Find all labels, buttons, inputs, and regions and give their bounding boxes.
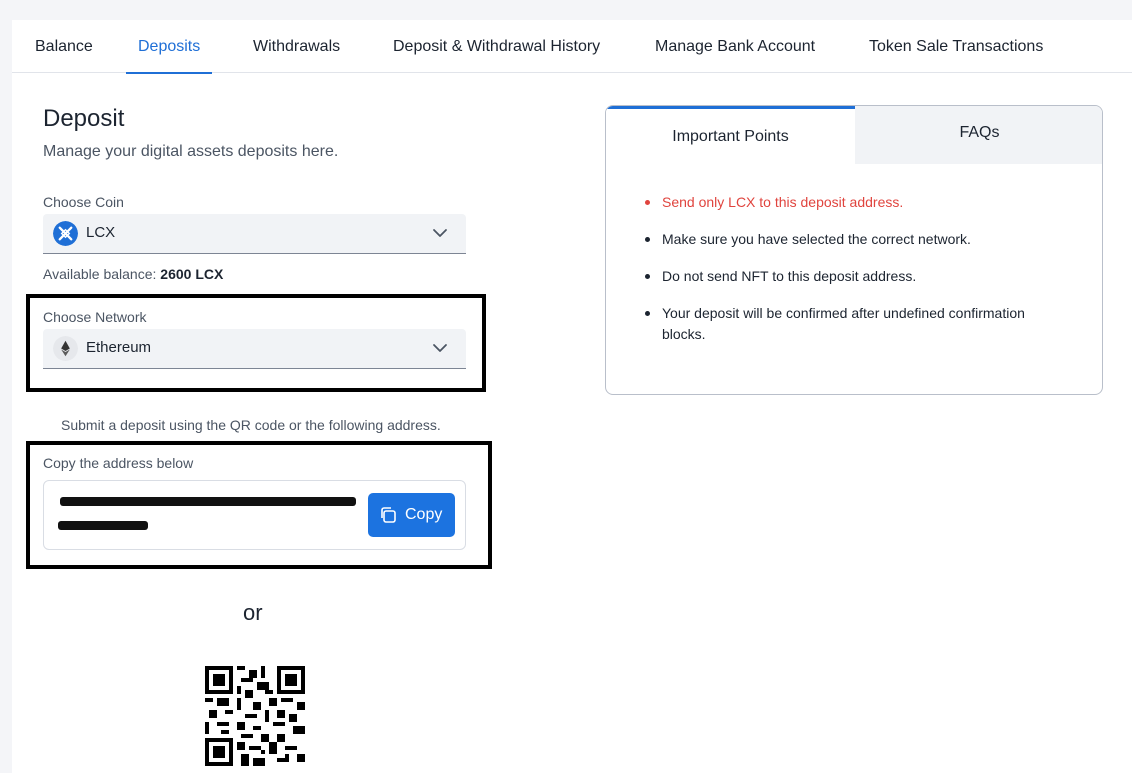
copy-address-label: Copy the address below bbox=[43, 455, 194, 471]
tab-manage-bank-account[interactable]: Manage Bank Account bbox=[643, 20, 827, 73]
ethereum-icon bbox=[53, 336, 78, 361]
important-points-panel: Important Points FAQs Send only LCX to t… bbox=[605, 105, 1103, 395]
available-balance: Available balance: 2600 LCX bbox=[43, 266, 223, 282]
balance-value: 2600 LCX bbox=[160, 266, 224, 282]
deposit-qr-code bbox=[205, 666, 305, 766]
page-subtitle: Manage your digital assets deposits here… bbox=[43, 143, 339, 160]
tab-deposits[interactable]: Deposits bbox=[126, 20, 213, 74]
choose-coin-label: Choose Coin bbox=[43, 194, 124, 210]
network-select-value: Ethereum bbox=[86, 339, 152, 356]
list-item: Make sure you have selected the correct … bbox=[642, 229, 1062, 250]
copy-icon bbox=[381, 507, 396, 523]
tab-balance[interactable]: Balance bbox=[23, 20, 105, 73]
chevron-down-icon bbox=[433, 344, 447, 352]
tab-withdrawals[interactable]: Withdrawals bbox=[241, 20, 352, 73]
redacted-address-line bbox=[60, 497, 356, 506]
coin-select[interactable]: LCX bbox=[43, 214, 466, 254]
redacted-address-line bbox=[58, 521, 148, 530]
lcx-coin-icon bbox=[53, 221, 78, 246]
or-separator: or bbox=[243, 600, 263, 625]
balance-label: Available balance: bbox=[43, 266, 157, 282]
list-item: Do not send NFT to this deposit address. bbox=[642, 266, 1062, 287]
tab-important-points[interactable]: Important Points bbox=[606, 106, 855, 164]
top-tabs: Balance Deposits Withdrawals Deposit & W… bbox=[12, 20, 1132, 74]
choose-network-label: Choose Network bbox=[43, 309, 147, 325]
deposit-card: Balance Deposits Withdrawals Deposit & W… bbox=[12, 20, 1132, 773]
deposit-hint: Submit a deposit using the QR code or th… bbox=[61, 417, 441, 433]
important-points-list: Send only LCX to this deposit address. M… bbox=[642, 192, 1062, 361]
network-select[interactable]: Ethereum bbox=[43, 329, 466, 369]
chevron-down-icon bbox=[433, 229, 447, 237]
copy-button[interactable]: Copy bbox=[368, 493, 455, 537]
coin-select-value: LCX bbox=[86, 224, 116, 241]
tab-history[interactable]: Deposit & Withdrawal History bbox=[381, 20, 612, 73]
list-item: Your deposit will be confirmed after und… bbox=[642, 303, 1062, 345]
list-item: Send only LCX to this deposit address. bbox=[642, 192, 1062, 213]
deposit-address-box: Copy bbox=[43, 480, 466, 550]
page-title: Deposit bbox=[43, 105, 125, 132]
tab-faqs[interactable]: FAQs bbox=[855, 106, 1102, 164]
tab-token-sale-transactions[interactable]: Token Sale Transactions bbox=[857, 20, 1055, 73]
copy-button-label: Copy bbox=[405, 506, 443, 523]
